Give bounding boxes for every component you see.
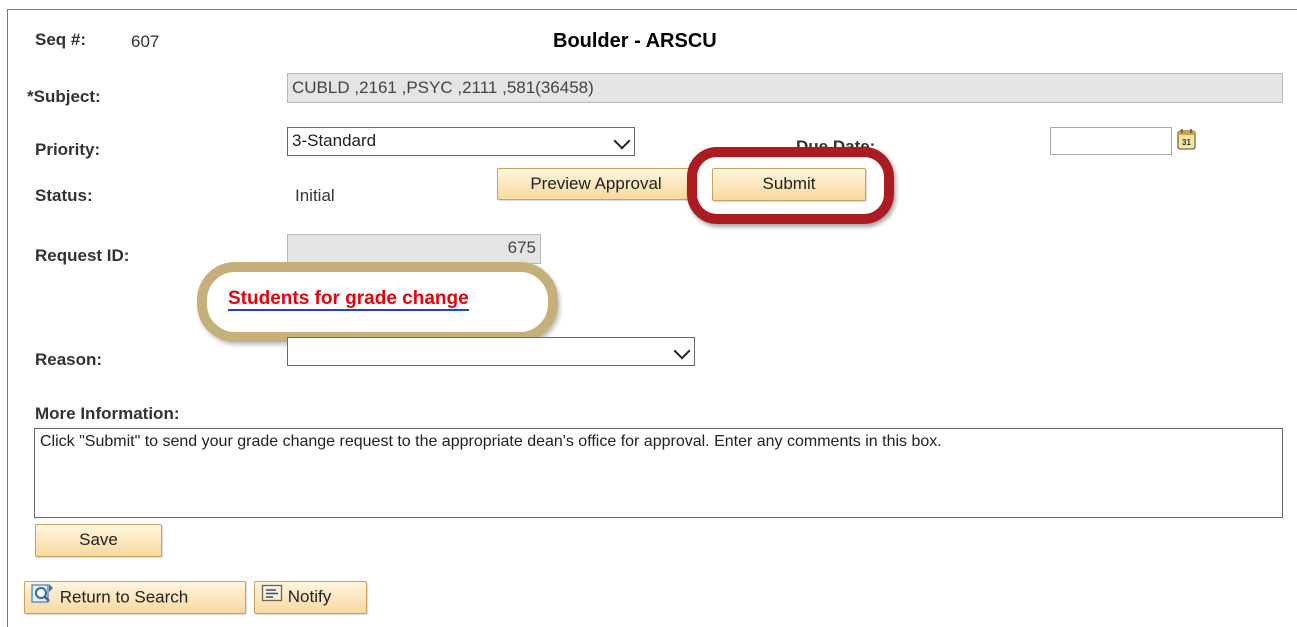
chevron-down-icon [673, 342, 691, 360]
due-date-input[interactable] [1050, 127, 1172, 155]
chevron-down-icon [613, 132, 631, 150]
submit-button[interactable]: Submit [712, 168, 866, 201]
priority-select-value: 3-Standard [292, 131, 377, 150]
page-title: Boulder - ARSCU [553, 30, 717, 52]
status-value: Initial [295, 186, 335, 205]
preview-approval-button[interactable]: Preview Approval [497, 168, 695, 200]
status-label: Status: [35, 186, 93, 205]
more-information-label: More Information: [35, 404, 180, 423]
save-button[interactable]: Save [35, 524, 162, 557]
subject-label: *Subject: [27, 87, 101, 106]
request-id-field: 675 [287, 234, 541, 264]
more-information-textarea[interactable]: Click "Submit" to send your grade change… [34, 428, 1283, 518]
students-for-grade-change-link[interactable]: Students for grade change [228, 289, 469, 311]
priority-select[interactable]: 3-Standard [287, 127, 635, 156]
search-magnifier-icon [31, 582, 55, 614]
svg-text:31: 31 [1182, 138, 1191, 147]
seq-value: 607 [131, 32, 160, 51]
reason-label: Reason: [35, 350, 103, 369]
return-to-search-button[interactable]: Return to Search [24, 581, 246, 614]
subject-field: CUBLD ,2161 ,PSYC ,2111 ,581(36458) [287, 73, 1283, 103]
request-id-label: Request ID: [35, 246, 130, 265]
notify-label: Notify [287, 587, 332, 606]
notify-button[interactable]: Notify [254, 581, 367, 614]
notify-icon [261, 583, 283, 613]
seq-label: Seq #: [35, 30, 87, 49]
calendar-icon[interactable]: 31 [1177, 128, 1196, 150]
return-to-search-label: Return to Search [59, 587, 189, 607]
priority-label: Priority: [35, 140, 101, 159]
reason-select[interactable] [287, 337, 695, 366]
